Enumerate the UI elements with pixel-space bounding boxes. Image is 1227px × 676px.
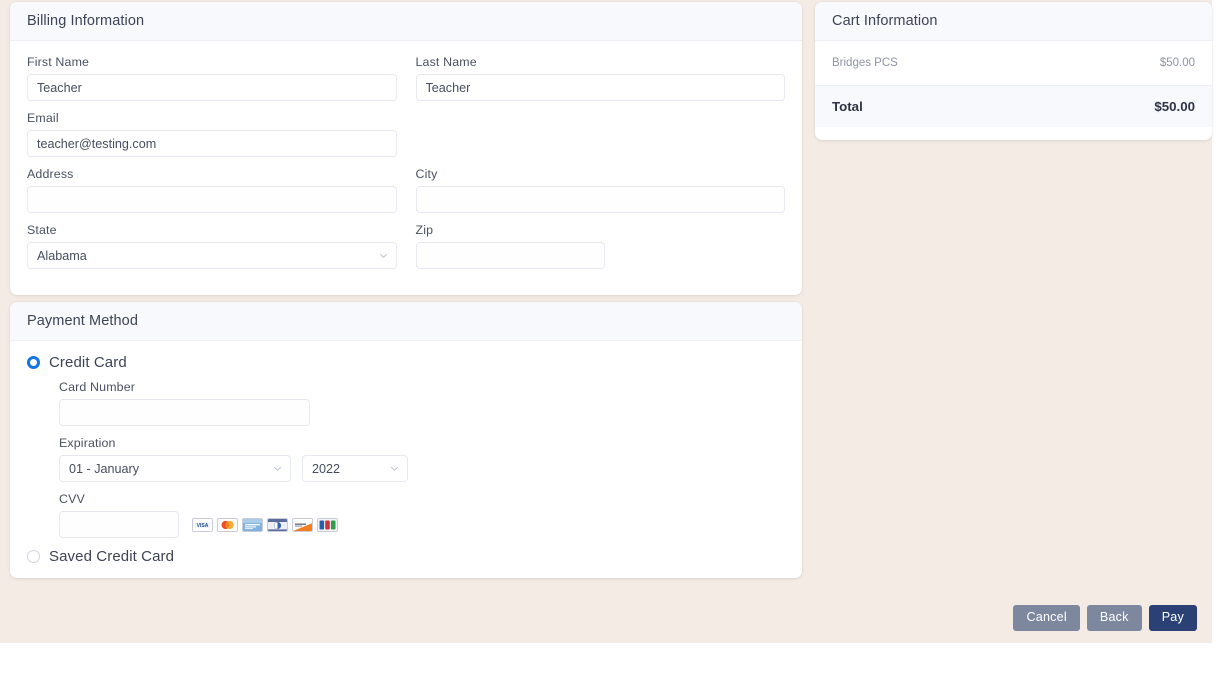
email-row-spacer xyxy=(416,111,786,167)
billing-information-title: Billing Information xyxy=(10,2,802,41)
mastercard-card-icon xyxy=(217,517,238,532)
expiration-year-value: 2022 xyxy=(312,461,341,476)
name-row: First Name Last Name xyxy=(27,55,785,111)
zip-label: Zip xyxy=(415,223,434,237)
email-field-group: Email xyxy=(27,111,397,157)
zip-field-group: Zip xyxy=(415,223,786,269)
cart-total-row: Total $50.00 xyxy=(815,85,1212,127)
cvv-field-group: CVV VISA xyxy=(59,492,785,538)
credit-card-fields: Card Number Expiration 01 - January 2022… xyxy=(27,380,785,538)
chevron-down-icon xyxy=(391,466,398,471)
accepted-card-brands: VISA xyxy=(192,517,338,532)
card-number-label: Card Number xyxy=(59,380,136,394)
page-canvas: Billing Information First Name Last Name… xyxy=(0,0,1212,643)
city-label: City xyxy=(415,167,438,181)
visa-card-icon: VISA xyxy=(192,517,213,532)
card-number-input[interactable] xyxy=(59,399,310,426)
radio-unselected-icon[interactable] xyxy=(27,550,40,563)
cart-total-value: $50.00 xyxy=(1154,99,1195,114)
cancel-button[interactable]: Cancel xyxy=(1013,605,1080,631)
state-select[interactable]: Alabama xyxy=(27,242,397,269)
cart-information-card: Cart Information Bridges PCS $50.00 Tota… xyxy=(815,2,1212,140)
zip-input-wrapper xyxy=(415,242,605,269)
first-name-input[interactable] xyxy=(27,74,397,101)
jcb-card-icon xyxy=(317,517,338,532)
discover-card-icon xyxy=(292,517,313,532)
chevron-down-icon xyxy=(274,466,281,471)
last-name-field-group: Last Name xyxy=(415,55,785,101)
payment-method-body: Credit Card Card Number Expiration 01 - … xyxy=(10,341,802,577)
payment-option-credit-card[interactable]: Credit Card xyxy=(27,354,785,371)
cart-total-label: Total xyxy=(832,99,863,114)
chevron-down-icon xyxy=(379,253,387,258)
expiration-month-value: 01 - January xyxy=(69,461,140,476)
state-field-group: State Alabama xyxy=(27,223,397,269)
expiration-label: Expiration xyxy=(59,436,116,450)
last-name-input[interactable] xyxy=(415,74,785,101)
pay-button[interactable]: Pay xyxy=(1148,605,1197,631)
cart-item-name: Bridges PCS xyxy=(832,57,898,69)
back-button[interactable]: Back xyxy=(1086,605,1142,631)
cvv-label: CVV xyxy=(59,492,85,506)
zip-input[interactable] xyxy=(415,242,605,269)
svg-text:VISA: VISA xyxy=(197,523,209,529)
payment-method-card: Payment Method Credit Card Card Number E… xyxy=(10,302,802,578)
city-field-group: City xyxy=(415,167,785,213)
email-input[interactable] xyxy=(27,130,397,157)
radio-selected-icon[interactable] xyxy=(27,356,40,369)
diners-club-card-icon xyxy=(267,517,288,532)
credit-card-option-label: Credit Card xyxy=(49,354,127,371)
email-row: Email xyxy=(27,111,785,167)
saved-credit-card-option-label: Saved Credit Card xyxy=(49,548,175,565)
address-label: Address xyxy=(27,167,74,181)
cart-information-title: Cart Information xyxy=(815,2,1212,41)
expiration-field-group: Expiration 01 - January 2022 xyxy=(59,436,785,482)
card-number-field-group: Card Number xyxy=(59,380,785,426)
address-input[interactable] xyxy=(27,186,397,213)
footer-actions: Cancel Back Pay xyxy=(1013,605,1197,631)
payment-method-title: Payment Method xyxy=(10,302,802,341)
last-name-label: Last Name xyxy=(415,55,477,69)
expiration-month-select[interactable]: 01 - January xyxy=(59,455,291,482)
email-label: Email xyxy=(27,111,59,125)
expiration-year-select[interactable]: 2022 xyxy=(302,455,408,482)
address-row: Address City xyxy=(27,167,785,223)
payment-option-saved-credit-card[interactable]: Saved Credit Card xyxy=(27,548,785,565)
first-name-label: First Name xyxy=(27,55,90,69)
cvv-input[interactable] xyxy=(59,511,179,538)
state-label: State xyxy=(27,223,57,237)
billing-information-body: First Name Last Name Email xyxy=(10,41,802,295)
checkout-page: Billing Information First Name Last Name… xyxy=(0,0,1227,676)
expiration-row: 01 - January 2022 xyxy=(59,455,785,482)
state-zip-row: State Alabama Zip xyxy=(27,223,785,279)
city-input[interactable] xyxy=(415,186,785,213)
state-select-value: Alabama xyxy=(37,248,87,263)
address-field-group: Address xyxy=(27,167,397,213)
cvv-row: VISA xyxy=(59,511,785,538)
amex-card-icon xyxy=(242,517,263,532)
billing-information-card: Billing Information First Name Last Name… xyxy=(10,2,802,295)
first-name-field-group: First Name xyxy=(27,55,397,101)
cart-item-price: $50.00 xyxy=(1159,57,1195,69)
cart-line-item: Bridges PCS $50.00 xyxy=(815,41,1212,85)
